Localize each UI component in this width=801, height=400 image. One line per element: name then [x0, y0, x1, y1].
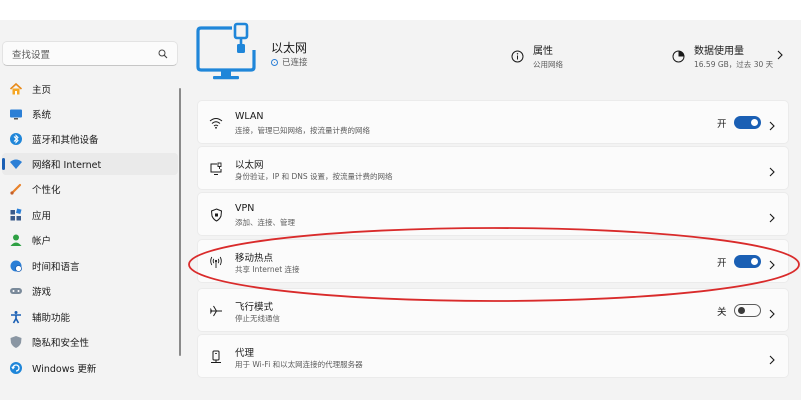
accessibility-icon — [8, 309, 24, 325]
sidebar-item-label: 蓝牙和其他设备 — [32, 135, 99, 146]
chevron-right-icon[interactable] — [768, 163, 776, 177]
sidebar-item-accounts[interactable]: 帐户 — [2, 229, 178, 251]
top-strip — [0, 0, 801, 20]
search-icon[interactable] — [157, 48, 168, 59]
chevron-right-icon[interactable] — [776, 46, 784, 60]
sidebar-item-label: 应用 — [32, 211, 52, 222]
card-subtitle: 连接，管理已知网络，按流量计费的网络 — [235, 126, 370, 135]
update-icon — [8, 360, 24, 376]
sidebar-item-label: 网络和 Internet — [32, 160, 102, 171]
toggle-state-label: 关 — [717, 307, 727, 318]
sidebar-item-accessibility[interactable]: 辅助功能 — [2, 306, 178, 328]
properties-subtitle: 公用网络 — [533, 60, 563, 69]
airplane-icon — [208, 303, 224, 319]
card-title: 以太网 — [235, 160, 264, 171]
setting-card-proxy[interactable]: 代理 用于 Wi-Fi 和以太网连接的代理服务器 — [197, 334, 789, 378]
info-icon — [510, 49, 524, 63]
wifi-icon — [208, 115, 224, 131]
sidebar-item-label: 帐户 — [32, 236, 52, 247]
sidebar-item-label: 游戏 — [32, 287, 52, 298]
selection-indicator — [2, 158, 5, 170]
brush-icon — [8, 181, 24, 197]
proxy-icon — [208, 349, 224, 365]
sidebar-item-privacy-security[interactable]: 隐私和安全性 — [2, 331, 178, 353]
data-usage-link[interactable]: 数据使用量 16.59 GB，过去 30 天 — [671, 42, 773, 70]
shield-icon — [8, 334, 24, 350]
data-usage-icon — [671, 49, 685, 63]
apps-icon — [8, 207, 24, 223]
sidebar-item-time-language[interactable]: 时间和语言 — [2, 255, 178, 277]
data-usage-title: 数据使用量 — [694, 46, 744, 57]
globe-clock-icon — [8, 258, 24, 274]
ethernet-monitor-icon — [196, 22, 266, 84]
home-icon — [8, 81, 24, 97]
sidebar-item-label: 主页 — [32, 85, 52, 96]
chevron-right-icon[interactable] — [768, 351, 776, 365]
sidebar-item-label: Windows 更新 — [32, 364, 97, 375]
connection-status: 已连接 — [271, 56, 308, 68]
sidebar-item-label: 系统 — [32, 110, 52, 121]
airplane-mode-toggle[interactable] — [734, 304, 761, 317]
card-title: 代理 — [235, 348, 255, 359]
chevron-right-icon[interactable] — [768, 117, 776, 131]
sidebar-item-home[interactable]: 主页 — [2, 78, 178, 100]
sidebar-item-network[interactable]: 网络和 Internet — [2, 153, 178, 175]
toggle-state-label: 开 — [717, 119, 727, 130]
card-title: VPN — [235, 203, 255, 214]
monitor-icon — [8, 106, 24, 122]
status-text: 已连接 — [282, 58, 308, 68]
ethernet-icon — [208, 161, 224, 177]
wifi-icon — [8, 156, 24, 172]
chevron-right-icon[interactable] — [768, 305, 776, 319]
chevron-right-icon[interactable] — [768, 209, 776, 223]
sidebar-item-label: 个性化 — [32, 185, 61, 196]
wlan-toggle[interactable] — [734, 116, 761, 129]
setting-card-ethernet[interactable]: 以太网 身份验证，IP 和 DNS 设置，按流量计费的网络 — [197, 146, 789, 190]
sidebar-item-gaming[interactable]: 游戏 — [2, 280, 178, 302]
sidebar-item-label: 时间和语言 — [32, 262, 80, 273]
bluetooth-icon — [8, 131, 24, 147]
search-box[interactable]: 查找设置 — [2, 41, 178, 66]
sidebar-item-apps[interactable]: 应用 — [2, 204, 178, 226]
sidebar-item-windows-update[interactable]: Windows 更新 — [2, 357, 178, 379]
card-subtitle: 停止无线通信 — [235, 314, 280, 323]
sidebar-item-bluetooth[interactable]: 蓝牙和其他设备 — [2, 128, 178, 150]
annotation-ellipse — [188, 227, 800, 302]
properties-title: 属性 — [533, 46, 553, 57]
sidebar-item-label: 辅助功能 — [32, 313, 71, 324]
sidebar-scrollbar[interactable] — [179, 88, 181, 356]
sidebar-item-personalization[interactable]: 个性化 — [2, 178, 178, 200]
properties-link[interactable]: 属性 公用网络 — [510, 42, 563, 70]
sidebar-item-label: 隐私和安全性 — [32, 338, 90, 349]
data-usage-subtitle: 16.59 GB，过去 30 天 — [694, 60, 774, 69]
person-icon — [8, 232, 24, 248]
globe-icon — [271, 58, 278, 66]
search-input[interactable]: 查找设置 — [12, 47, 157, 61]
setting-card-wlan[interactable]: WLAN 连接，管理已知网络，按流量计费的网络 开 — [197, 100, 789, 144]
card-title: WLAN — [235, 111, 264, 122]
card-subtitle: 身份验证，IP 和 DNS 设置，按流量计费的网络 — [235, 172, 393, 181]
card-subtitle: 用于 Wi-Fi 和以太网连接的代理服务器 — [235, 360, 363, 369]
vpn-shield-icon — [208, 207, 224, 223]
page-title: 以太网 — [271, 41, 308, 55]
sidebar-item-system[interactable]: 系统 — [2, 103, 178, 125]
gamepad-icon — [8, 283, 24, 299]
